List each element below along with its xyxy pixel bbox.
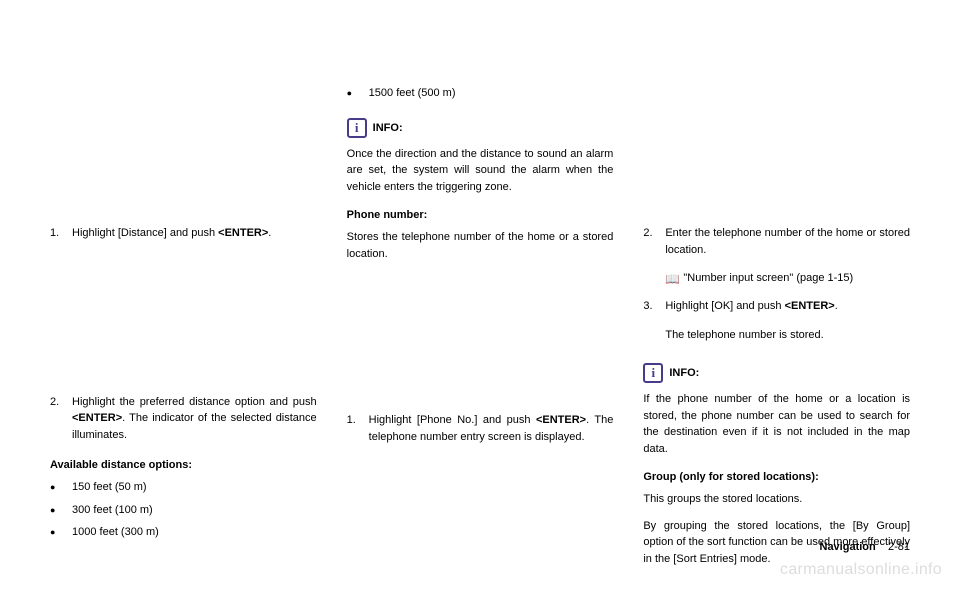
distance-option-3: ● 1000 feet (300 m) xyxy=(50,524,317,541)
enter-key: <ENTER> xyxy=(785,300,835,312)
bullet-icon: ● xyxy=(50,479,72,496)
option-text: 1000 feet (300 m) xyxy=(72,524,159,541)
footer-page-number: 2-81 xyxy=(888,541,910,553)
step-number: 2. xyxy=(50,394,72,444)
step-text: Enter the telephone number of the home o… xyxy=(665,225,910,258)
footer-section: Navigation xyxy=(820,541,876,553)
enter-key: <ENTER> xyxy=(218,227,268,239)
step-number: 2. xyxy=(643,225,665,258)
option-text: 150 feet (50 m) xyxy=(72,479,147,496)
watermark: carmanualsonline.info xyxy=(780,561,942,579)
phone-number-heading: Phone number: xyxy=(347,209,614,221)
step-3-phone: 3. Highlight [OK] and push <ENTER>. xyxy=(643,298,910,315)
step-number: 1. xyxy=(50,225,72,242)
step-2-distance-option: 2. Highlight the preferred distance opti… xyxy=(50,394,317,444)
info-block: i INFO: xyxy=(347,118,614,138)
info-label: INFO: xyxy=(373,122,403,134)
manual-page: 1. Highlight [Distance] and push <ENTER>… xyxy=(0,0,960,607)
column-2: ● 1500 feet (500 m) i INFO: Once the dir… xyxy=(347,85,614,577)
bullet-icon: ● xyxy=(347,85,369,102)
step-3-result: The telephone number is stored. xyxy=(665,327,910,344)
enter-key: <ENTER> xyxy=(72,412,122,424)
image-placeholder xyxy=(347,272,614,412)
info-text: Once the direction and the distance to s… xyxy=(347,146,614,196)
info-label: INFO: xyxy=(669,367,699,379)
text-fragment: Highlight [OK] and push xyxy=(665,300,784,312)
available-distance-heading: Available distance options: xyxy=(50,459,317,471)
step-2-phone: 2. Enter the telephone number of the hom… xyxy=(643,225,910,258)
page-footer: Navigation 2-81 xyxy=(820,541,911,553)
bullet-icon: ● xyxy=(50,502,72,519)
info-text: If the phone number of the home or a loc… xyxy=(643,391,910,457)
info-icon: i xyxy=(347,118,367,138)
text-fragment: Highlight the preferred distance option … xyxy=(72,396,317,408)
info-block: i INFO: xyxy=(643,363,910,383)
text-fragment: Highlight [Phone No.] and push xyxy=(369,414,536,426)
column-1: 1. Highlight [Distance] and push <ENTER>… xyxy=(50,85,317,577)
distance-option-1: ● 150 feet (50 m) xyxy=(50,479,317,496)
step-1-distance: 1. Highlight [Distance] and push <ENTER>… xyxy=(50,225,317,242)
option-text: 1500 feet (500 m) xyxy=(369,85,456,102)
column-3: 2. Enter the telephone number of the hom… xyxy=(643,85,910,577)
reference-link: 📖 "Number input screen" (page 1-15) xyxy=(665,270,910,288)
step-number: 3. xyxy=(643,298,665,315)
step-text: Highlight [Phone No.] and push <ENTER>. … xyxy=(369,412,614,445)
step-1-phone: 1. Highlight [Phone No.] and push <ENTER… xyxy=(347,412,614,445)
image-placeholder xyxy=(50,254,317,394)
enter-key: <ENTER> xyxy=(536,414,586,426)
option-text: 300 feet (100 m) xyxy=(72,502,153,519)
bullet-icon: ● xyxy=(50,524,72,541)
distance-option-4: ● 1500 feet (500 m) xyxy=(347,85,614,102)
step-text: Highlight [Distance] and push <ENTER>. xyxy=(72,225,317,242)
book-icon: 📖 xyxy=(665,270,683,288)
info-icon: i xyxy=(643,363,663,383)
step-text: Highlight [OK] and push <ENTER>. xyxy=(665,298,910,315)
step-number: 1. xyxy=(347,412,369,445)
text-fragment: . xyxy=(835,300,838,312)
text-fragment: . xyxy=(268,227,271,239)
group-heading: Group (only for stored locations): xyxy=(643,471,910,483)
text-fragment: Highlight [Distance] and push xyxy=(72,227,218,239)
phone-number-text: Stores the telephone number of the home … xyxy=(347,229,614,262)
reference-text: "Number input screen" (page 1-15) xyxy=(683,270,853,288)
step-text: Highlight the preferred distance option … xyxy=(72,394,317,444)
group-text-1: This groups the stored locations. xyxy=(643,491,910,508)
distance-option-2: ● 300 feet (100 m) xyxy=(50,502,317,519)
